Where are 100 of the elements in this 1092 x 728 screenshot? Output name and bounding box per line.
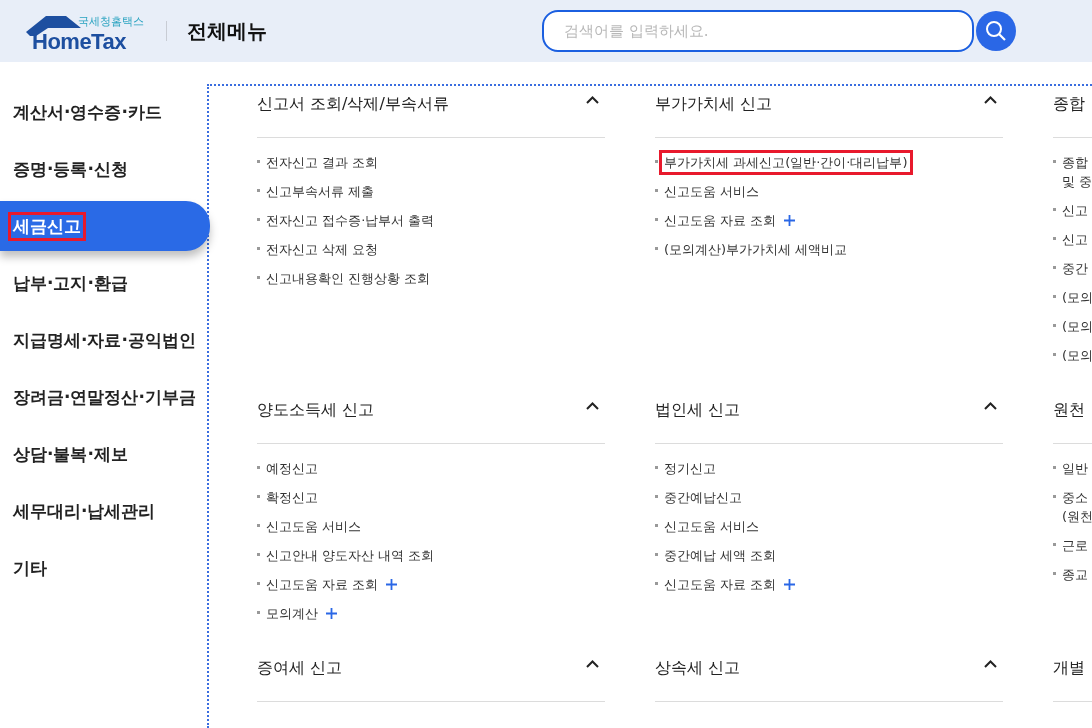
menu-link[interactable]: 신고 [1057, 198, 1092, 223]
sidebar-item[interactable]: 지급명세·자료·공익법인 [0, 315, 207, 365]
section-title: 증여세 신고 [257, 658, 343, 679]
menu-link[interactable]: 모의계산 [261, 601, 323, 626]
bullet-icon [1053, 160, 1056, 163]
menu-link[interactable]: (모의 [1057, 285, 1092, 310]
bullet-icon [655, 189, 658, 192]
menu-link[interactable]: (모의계산)부가가치세 세액비교 [659, 237, 853, 262]
logo-tagline: 국세청홈택스 [78, 14, 144, 29]
menu-link[interactable]: 전자신고 삭제 요청 [261, 237, 384, 262]
menu-link[interactable]: 부가가치세 과세신고(일반·간이·대리납부) [659, 150, 913, 175]
bullet-icon [655, 553, 658, 556]
menu-link[interactable]: 중간예납 세액 조회 [659, 543, 782, 568]
bullet-icon [1053, 466, 1056, 469]
section-title: 부가가치세 신고 [655, 94, 773, 115]
search-input[interactable]: 검색어를 입력하세요. [564, 22, 952, 40]
menu-link[interactable]: 신고내용확인 진행상황 조회 [261, 266, 436, 291]
bullet-icon [655, 524, 658, 527]
menu-link[interactable]: (모의 [1057, 314, 1092, 339]
section-title: 종합 [1053, 94, 1085, 115]
menu-link[interactable]: 전자신고 결과 조회 [261, 150, 384, 175]
menu-link[interactable]: 종합 및 중 [1057, 150, 1092, 194]
menu-link[interactable]: 근로 [1057, 533, 1092, 558]
section-title: 원천 [1053, 400, 1085, 421]
bullet-icon [1053, 324, 1056, 327]
sidebar-item[interactable]: 납부·고지·환급 [0, 258, 207, 308]
menu-link[interactable]: 신고도움 자료 조회 [659, 208, 782, 233]
menu-link[interactable]: 예정신고 [261, 456, 323, 481]
plus-icon[interactable] [784, 215, 796, 226]
sidebar-item-label: 지급명세·자료·공익법인 [12, 328, 197, 352]
collapse-icon[interactable] [984, 402, 997, 410]
section-title: 상속세 신고 [655, 658, 741, 679]
bullet-icon [655, 466, 658, 469]
bullet-icon [1053, 266, 1056, 269]
section-title: 양도소득세 신고 [257, 400, 375, 421]
section-title: 법인세 신고 [655, 400, 741, 421]
bullet-icon [257, 276, 260, 279]
page-title: 전체메뉴 [187, 17, 267, 45]
search-icon [985, 20, 1007, 42]
sidebar-item-label: 증명·등록·신청 [12, 157, 129, 181]
menu-link[interactable]: 정기신고 [659, 456, 721, 481]
menu-link[interactable]: 신고도움 서비스 [659, 514, 765, 539]
search-field[interactable]: 검색어를 입력하세요. [542, 10, 974, 52]
sidebar-item[interactable]: 세금신고 [0, 201, 210, 251]
bullet-icon [257, 247, 260, 250]
menu-link[interactable]: 종교 [1057, 562, 1092, 587]
bullet-icon [257, 495, 260, 498]
menu-link[interactable]: 신고도움 서비스 [659, 179, 765, 204]
menu-link[interactable]: 확정신고 [261, 485, 323, 510]
bullet-icon [1053, 353, 1056, 356]
bullet-icon [257, 160, 260, 163]
menu-link[interactable]: 신고도움 자료 조회 [261, 572, 384, 597]
bullet-icon [1053, 208, 1056, 211]
logo-wordmark[interactable]: HomeTax [32, 29, 126, 55]
sidebar-item[interactable]: 계산서·영수증·카드 [0, 87, 207, 137]
collapse-icon[interactable] [984, 96, 997, 104]
sidebar-item[interactable]: 기타 [0, 543, 207, 593]
menu-link[interactable]: 일반 [1057, 456, 1092, 481]
menu-link[interactable]: 중소 (원천 [1057, 485, 1092, 529]
collapse-icon[interactable] [586, 660, 599, 668]
sidebar-item-label: 상담·불복·제보 [12, 442, 129, 466]
search-button[interactable] [976, 11, 1016, 51]
menu-link[interactable]: 신고도움 자료 조회 [659, 572, 782, 597]
bullet-icon [1053, 495, 1056, 498]
bullet-icon [257, 466, 260, 469]
sidebar-item-label: 세금신고 [8, 211, 86, 241]
collapse-icon[interactable] [984, 660, 997, 668]
menu-link[interactable]: 신고도움 서비스 [261, 514, 367, 539]
bullet-icon [257, 553, 260, 556]
collapse-icon[interactable] [586, 402, 599, 410]
bullet-icon [1053, 572, 1056, 575]
collapse-icon[interactable] [586, 96, 599, 104]
bullet-icon [257, 218, 260, 221]
plus-icon[interactable] [784, 579, 796, 590]
menu-link[interactable]: 신고안내 양도자산 내역 조회 [261, 543, 440, 568]
sidebar-item[interactable]: 장려금·연말정산·기부금 [0, 372, 207, 422]
bullet-icon [257, 611, 260, 614]
sidebar-item-label: 납부·고지·환급 [12, 271, 129, 295]
bullet-icon [655, 495, 658, 498]
sidebar-item-label: 기타 [12, 556, 48, 580]
bullet-icon [655, 582, 658, 585]
plus-icon[interactable] [326, 608, 337, 619]
bullet-icon [655, 247, 658, 250]
menu-link[interactable]: 전자신고 접수증·납부서 출력 [261, 208, 440, 233]
menu-link[interactable]: 신고부속서류 제출 [261, 179, 380, 204]
bullet-icon [655, 218, 658, 221]
sidebar-item-label: 계산서·영수증·카드 [12, 100, 163, 124]
menu-link[interactable]: 중간 [1057, 256, 1092, 281]
section-title: 신고서 조회/삭제/부속서류 [257, 94, 449, 115]
plus-icon[interactable] [386, 579, 398, 590]
sidebar-item[interactable]: 세무대리·납세관리 [0, 486, 207, 536]
bullet-icon [1053, 237, 1056, 240]
bullet-icon [257, 524, 260, 527]
sidebar-item-label: 장려금·연말정산·기부금 [12, 385, 197, 409]
menu-link[interactable]: (모의 [1057, 343, 1092, 368]
bullet-icon [655, 160, 658, 163]
menu-link[interactable]: 신고 [1057, 227, 1092, 252]
menu-link[interactable]: 중간예납신고 [659, 485, 747, 510]
sidebar-item[interactable]: 증명·등록·신청 [0, 144, 207, 194]
sidebar-item[interactable]: 상담·불복·제보 [0, 429, 207, 479]
